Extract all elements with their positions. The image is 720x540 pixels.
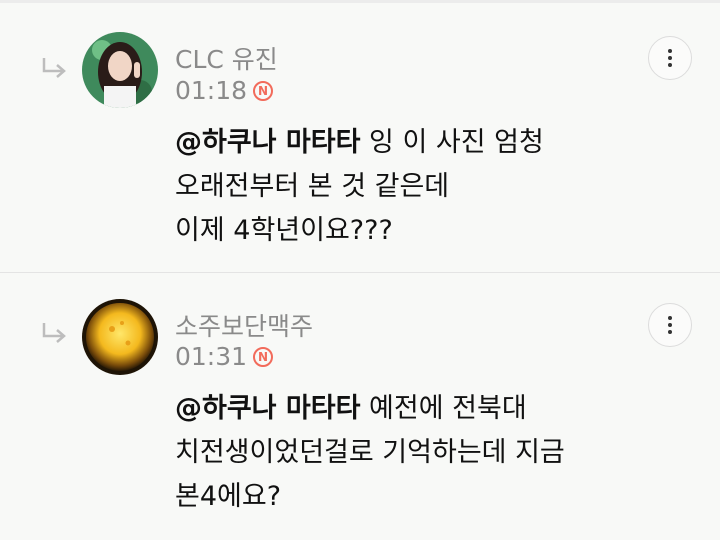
mention-link[interactable]: @하쿠나 마타타 <box>175 127 360 158</box>
comment-line-3: 본4에요? <box>175 481 282 512</box>
comment-meta: 01:18 N <box>175 76 274 105</box>
more-vertical-icon <box>668 49 672 53</box>
more-vertical-icon <box>668 316 672 320</box>
comment-author[interactable]: CLC 유진 <box>175 40 278 76</box>
comment-line-text: 예전에 전북대 <box>369 393 527 424</box>
comment-line-2: 오래전부터 본 것 같은데 <box>175 171 450 202</box>
avatar[interactable] <box>82 32 158 108</box>
new-badge-icon: N <box>253 80 274 101</box>
comment-item: 소주보단맥주 01:31 N @하쿠나 마타타 예전에 전북대 치전생이었던걸로… <box>0 273 720 540</box>
comment-line-text: 잉 이 사진 엄청 <box>369 127 544 158</box>
comment-time: 01:18 <box>175 76 248 105</box>
comment-item: CLC 유진 01:18 N @하쿠나 마타타 잉 이 사진 엄청 오래전부터 … <box>0 0 720 272</box>
reply-arrow-icon <box>42 323 66 343</box>
comment-line-1: @하쿠나 마타타 잉 이 사진 엄청 <box>175 121 544 165</box>
more-options-button[interactable] <box>648 36 692 80</box>
comment-time: 01:31 <box>175 342 248 371</box>
mention-link[interactable]: @하쿠나 마타타 <box>175 393 360 424</box>
comment-line-3: 이제 4학년이요??? <box>175 215 393 246</box>
comment-line-1: @하쿠나 마타타 예전에 전북대 <box>175 387 565 431</box>
comment-text: @하쿠나 마타타 잉 이 사진 엄청 오래전부터 본 것 같은데 이제 4학년이… <box>175 121 544 253</box>
comment-meta: 01:31 N <box>175 342 274 371</box>
comment-text: @하쿠나 마타타 예전에 전북대 치전생이었던걸로 기억하는데 지금 본4에요? <box>175 387 565 519</box>
comment-line-2: 치전생이었던걸로 기억하는데 지금 <box>175 437 565 468</box>
comment-author[interactable]: 소주보단맥주 <box>175 307 313 343</box>
new-badge-icon: N <box>253 346 274 367</box>
more-options-button[interactable] <box>648 303 692 347</box>
reply-arrow-icon <box>42 58 66 78</box>
avatar[interactable] <box>82 299 158 375</box>
